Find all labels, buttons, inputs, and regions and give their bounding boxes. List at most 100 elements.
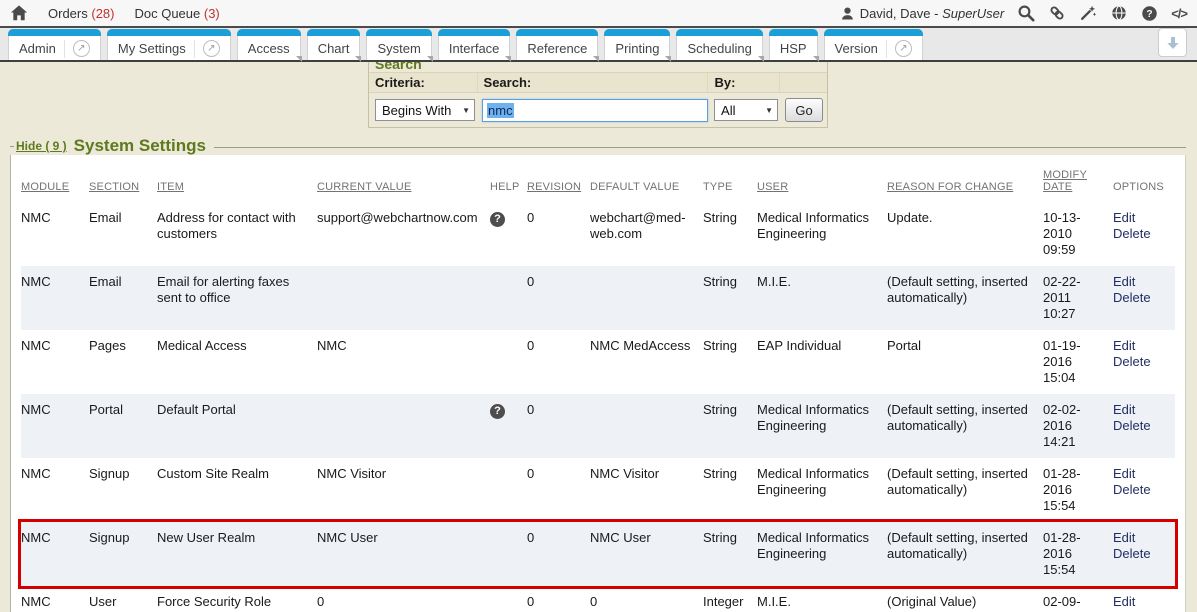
nav-doc-queue-link[interactable]: Doc Queue (3): [134, 6, 219, 21]
tab-label: Scheduling: [687, 41, 751, 56]
tab-admin[interactable]: Admin ↗: [8, 29, 101, 60]
column-header-section[interactable]: SECTION: [89, 159, 157, 202]
open-new-window-icon[interactable]: ↗: [203, 40, 220, 57]
column-header-reason-for-change[interactable]: REASON FOR CHANGE: [887, 159, 1043, 202]
nav-orders-label: Orders: [48, 6, 88, 21]
user-icon: [840, 6, 855, 21]
tab-label: Interface: [449, 41, 500, 56]
tab-printing[interactable]: Printing: [604, 29, 670, 60]
svg-text:?: ?: [1147, 9, 1153, 20]
search-input[interactable]: nmc: [482, 99, 708, 122]
tab-label: Access: [248, 41, 290, 56]
arrow-down-button[interactable]: [1158, 28, 1187, 57]
tab-label: My Settings: [118, 41, 186, 56]
column-header-default-value: DEFAULT VALUE: [590, 159, 703, 202]
help-icon[interactable]: ?: [490, 212, 505, 227]
tab-label: Printing: [615, 41, 659, 56]
nav-orders-link[interactable]: Orders (28): [48, 6, 114, 21]
row-delete-link[interactable]: Delete: [1113, 354, 1167, 370]
tab-label: Admin: [19, 41, 56, 56]
nav-doc-queue-label: Doc Queue: [134, 6, 200, 21]
criteria-label: Criteria:: [375, 75, 425, 90]
table-header-row: MODULESECTIONITEMCURRENT VALUEHELPREVISI…: [21, 159, 1175, 202]
column-header-module[interactable]: MODULE: [21, 159, 89, 202]
tab-access[interactable]: Access: [237, 29, 301, 60]
tab-my-settings[interactable]: My Settings ↗: [107, 29, 231, 60]
tab-divider: [64, 40, 65, 58]
open-new-window-icon[interactable]: ↗: [895, 40, 912, 57]
app-window: Orders (28) Doc Queue (3) David, Dave - …: [0, 0, 1197, 612]
tab-label: Reference: [527, 41, 587, 56]
column-header-user[interactable]: USER: [757, 159, 887, 202]
tab-divider: [886, 40, 887, 58]
globe-icon[interactable]: [1110, 4, 1128, 22]
go-button[interactable]: Go: [785, 98, 822, 122]
help-icon[interactable]: ?: [490, 404, 505, 419]
tab-label: System: [377, 41, 420, 56]
tab-divider: [194, 40, 195, 58]
table-row: NMCEmailEmail for alerting faxes sent to…: [21, 266, 1175, 330]
criteria-select[interactable]: Begins With▼: [375, 99, 475, 121]
top-nav: Orders (28) Doc Queue (3): [48, 6, 220, 21]
row-edit-link[interactable]: Edit: [1113, 466, 1167, 482]
table-row: NMCUser SecurityForce Security Role000In…: [21, 586, 1175, 612]
tab-version[interactable]: Version ↗: [824, 29, 923, 60]
row-delete-link[interactable]: Delete: [1113, 226, 1167, 242]
row-delete-link[interactable]: Delete: [1113, 546, 1167, 562]
column-header-item[interactable]: ITEM: [157, 159, 317, 202]
page-title: System Settings: [74, 136, 206, 156]
by-select[interactable]: All▼: [714, 99, 778, 121]
help-icon[interactable]: ?: [1141, 5, 1158, 22]
top-right-toolbar: David, Dave - SuperUser ? </>: [840, 4, 1187, 22]
table-row: NMCPortalDefault Portal?0StringMedical I…: [21, 394, 1175, 458]
column-header-current-value[interactable]: CURRENT VALUE: [317, 159, 490, 202]
table-row-highlighted: NMCSignupNew User RealmNMC User0NMC User…: [21, 522, 1175, 586]
home-icon[interactable]: [10, 4, 28, 22]
doc-queue-count-badge: (3): [204, 6, 220, 21]
chevron-down-icon: ▼: [462, 106, 470, 115]
column-header-modify-date[interactable]: MODIFY DATE: [1043, 159, 1113, 202]
tab-bar: Admin ↗ My Settings ↗ Access Chart System Inter…: [0, 28, 1197, 62]
row-edit-link[interactable]: Edit: [1113, 210, 1167, 226]
tab-scheduling[interactable]: Scheduling: [676, 29, 762, 60]
tab-hsp[interactable]: HSP: [769, 29, 818, 60]
row-edit-link[interactable]: Edit: [1113, 530, 1167, 546]
table-row: NMCSignupCustom Site RealmNMC Visitor0NM…: [21, 458, 1175, 522]
column-header-help: HELP: [490, 159, 527, 202]
tab-label: Version: [835, 41, 878, 56]
tab-interface[interactable]: Interface: [438, 29, 511, 60]
row-delete-link[interactable]: Delete: [1113, 482, 1167, 498]
orders-count-badge: (28): [91, 6, 114, 21]
column-header-type: TYPE: [703, 159, 757, 202]
row-delete-link[interactable]: Delete: [1113, 290, 1167, 306]
wand-icon[interactable]: [1079, 4, 1097, 22]
settings-legend: Hide ( 9 ) System Settings: [10, 137, 1186, 155]
search-panel-labels: Criteria: Search: By:: [369, 72, 827, 93]
search-icon[interactable]: [1017, 4, 1035, 22]
tabs-strip: Admin ↗ My Settings ↗ Access Chart System Inter…: [8, 26, 929, 60]
open-new-window-icon[interactable]: ↗: [73, 40, 90, 57]
row-edit-link[interactable]: Edit: [1113, 594, 1167, 610]
code-icon[interactable]: </>: [1171, 6, 1187, 21]
tab-label: Chart: [318, 41, 350, 56]
tab-reference[interactable]: Reference: [516, 29, 598, 60]
link-icon[interactable]: [1048, 4, 1066, 22]
by-label: By:: [714, 75, 735, 90]
row-edit-link[interactable]: Edit: [1113, 402, 1167, 418]
table-row: NMCPagesMedical AccessNMC0NMC MedAccessS…: [21, 330, 1175, 394]
search-panel-controls: Begins With▼ nmc All▼ Go: [369, 93, 827, 127]
user-name: David, Dave - SuperUser: [860, 6, 1005, 21]
user-role: SuperUser: [942, 6, 1004, 21]
row-delete-link[interactable]: Delete: [1113, 418, 1167, 434]
column-header-revision[interactable]: REVISION: [527, 159, 590, 202]
tab-label: HSP: [780, 41, 807, 56]
settings-table-panel: MODULESECTIONITEMCURRENT VALUEHELPREVISI…: [10, 155, 1186, 612]
tab-chart[interactable]: Chart: [307, 29, 361, 60]
tab-system[interactable]: System: [366, 29, 431, 60]
search-panel: Search Criteria: Search: By: Begins With…: [368, 55, 828, 128]
settings-table: MODULESECTIONITEMCURRENT VALUEHELPREVISI…: [21, 159, 1175, 612]
current-user-chip[interactable]: David, Dave - SuperUser: [840, 6, 1005, 21]
hide-link[interactable]: Hide ( 9 ): [16, 139, 67, 153]
row-edit-link[interactable]: Edit: [1113, 338, 1167, 354]
row-edit-link[interactable]: Edit: [1113, 274, 1167, 290]
